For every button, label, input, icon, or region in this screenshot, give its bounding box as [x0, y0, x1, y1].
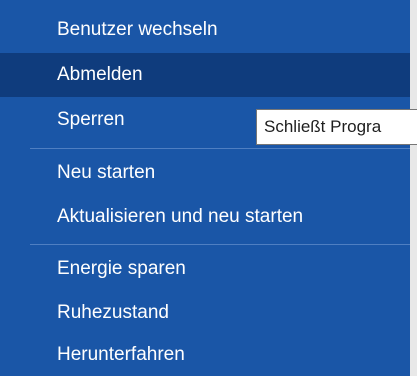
menu-item-label: Aktualisieren und neu starten — [57, 206, 304, 227]
background-strip — [410, 0, 417, 376]
menu-item-label: Benutzer wechseln — [57, 19, 218, 40]
menu-item-label: Abmelden — [57, 64, 143, 85]
menu-item-label: Energie sparen — [57, 258, 186, 279]
menu-item-label: Sperren — [57, 109, 125, 130]
tooltip-text: Schließt Progra — [264, 117, 382, 136]
menu-item-restart[interactable]: Neu starten — [0, 151, 410, 195]
menu-item-shut-down[interactable]: Herunterfahren — [0, 333, 410, 377]
power-user-menu: Benutzer wechseln Abmelden Sperren Neu s… — [0, 0, 410, 376]
menu-divider — [30, 244, 410, 245]
menu-item-label: Ruhezustand — [57, 302, 169, 323]
tooltip: Schließt Progra — [256, 109, 417, 145]
menu-item-update-and-restart[interactable]: Aktualisieren und neu starten — [0, 195, 410, 239]
menu-item-label: Neu starten — [57, 162, 156, 183]
menu-item-switch-user[interactable]: Benutzer wechseln — [0, 8, 410, 52]
menu-item-sleep[interactable]: Energie sparen — [0, 247, 410, 291]
menu-item-sign-out[interactable]: Abmelden — [0, 53, 410, 97]
menu-item-label: Herunterfahren — [57, 344, 185, 365]
menu-divider — [30, 148, 410, 149]
menu-item-hibernate[interactable]: Ruhezustand — [0, 291, 410, 335]
